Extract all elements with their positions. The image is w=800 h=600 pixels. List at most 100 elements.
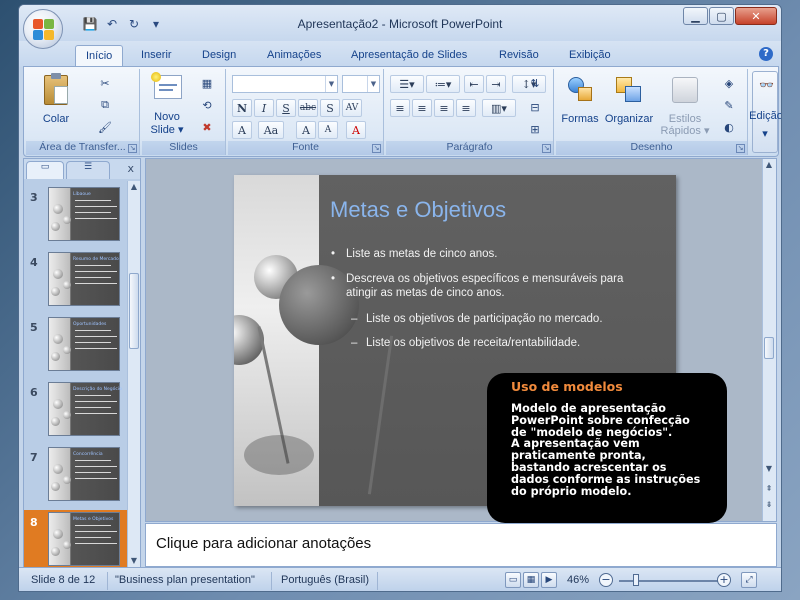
clipboard-launcher-icon[interactable]: ↘ xyxy=(128,144,137,153)
notes-pane[interactable]: Clique para adicionar anotações xyxy=(145,523,777,567)
scroll-up-icon[interactable]: ▲ xyxy=(128,181,140,193)
scroll-down-icon[interactable]: ▼ xyxy=(763,463,775,475)
slide-title[interactable]: Metas e Objetivos xyxy=(330,197,506,223)
format-painter-icon[interactable]: 🖌 xyxy=(96,119,114,135)
scroll-thumb[interactable] xyxy=(764,337,774,359)
language-indicator[interactable]: Português (Brasil) xyxy=(281,574,369,586)
zoom-level[interactable]: 46% xyxy=(567,574,589,586)
scroll-down-icon[interactable]: ▼ xyxy=(128,555,140,567)
zoom-slider-thumb[interactable] xyxy=(633,574,639,586)
editing-button[interactable]: 👓 Edição ▾ xyxy=(749,71,781,153)
underline-button[interactable]: S xyxy=(276,99,296,117)
slide-thumbnail-row[interactable]: 4 Resumo de Mercado xyxy=(24,250,128,310)
slide-thumbnail-row[interactable]: 6 Descrição do Negócio xyxy=(24,380,128,440)
decrease-indent-button[interactable]: ⇤ xyxy=(464,75,484,93)
align-center-button[interactable]: ≡ xyxy=(412,99,432,117)
next-slide-icon[interactable]: ⇟ xyxy=(763,499,775,511)
numbering-button[interactable]: ≔▾ xyxy=(426,75,460,93)
slide-thumbnail[interactable]: Líbaoue xyxy=(48,187,120,241)
scroll-up-icon[interactable]: ▲ xyxy=(763,159,775,171)
slide-subbullet-2[interactable]: – Liste os objetivos de receita/rentabil… xyxy=(351,336,580,350)
slide-thumbnail-row[interactable]: 7 Concorrência xyxy=(24,445,128,505)
columns-button[interactable]: ▥▾ xyxy=(482,99,516,117)
cut-icon[interactable]: ✂ xyxy=(96,75,114,91)
bold-button[interactable]: N xyxy=(232,99,252,117)
tab-inicio[interactable]: Início xyxy=(75,45,124,67)
new-slide-dropdown[interactable]: Slide ▾ xyxy=(144,124,190,136)
shapes-button[interactable]: Formas xyxy=(558,71,602,137)
arrange-button[interactable]: Organizar xyxy=(602,71,656,137)
layout-icon[interactable]: ▦ xyxy=(198,75,216,91)
reset-slide-icon[interactable]: ⟲ xyxy=(198,97,216,113)
zoom-out-icon[interactable]: − xyxy=(599,573,613,587)
align-text-icon[interactable]: ⊟ xyxy=(526,99,544,115)
scroll-thumb[interactable] xyxy=(129,273,139,349)
fit-to-window-icon[interactable]: ⤢ xyxy=(741,572,757,588)
convert-smartart-icon[interactable]: ⊞ xyxy=(526,121,544,137)
shape-fill-icon[interactable]: ◈ xyxy=(720,75,738,91)
drawing-launcher-icon[interactable]: ↘ xyxy=(736,144,745,153)
slide-thumbnail[interactable]: Metas e Objetivos xyxy=(48,512,120,566)
font-size-combo[interactable]: ▼ xyxy=(342,75,380,93)
paragraph-launcher-icon[interactable]: ↘ xyxy=(542,144,551,153)
char-spacing-button[interactable]: AV xyxy=(342,99,362,117)
slide-thumbnail-row[interactable]: 8 Metas e Objetivos xyxy=(24,510,128,567)
maximize-button[interactable]: ▢ xyxy=(709,7,734,25)
slide-bullet-1[interactable]: • Liste as metas de cinco anos. xyxy=(331,247,498,261)
tab-revisao[interactable]: Revisão xyxy=(489,45,549,67)
thumbnail-photo-detail xyxy=(51,547,60,556)
align-left-button[interactable]: ≡ xyxy=(390,99,410,117)
quick-styles-button[interactable]: Estilos Rápidos ▾ xyxy=(658,71,712,137)
slide-thumbnail-row[interactable]: 3 Líbaoue xyxy=(24,185,128,245)
slide-sorter-view-icon[interactable]: ▦ xyxy=(523,572,539,588)
align-right-button[interactable]: ≡ xyxy=(434,99,454,117)
slide-thumbnail[interactable]: Oportunidades xyxy=(48,317,120,371)
paste-button[interactable]: Colar xyxy=(30,71,82,135)
font-color-button[interactable]: A xyxy=(346,121,366,139)
font-name-combo[interactable]: ▼ xyxy=(232,75,338,93)
tab-exibicao[interactable]: Exibição xyxy=(559,45,621,67)
close-pane-icon[interactable]: x xyxy=(127,162,134,175)
zoom-in-icon[interactable]: + xyxy=(717,573,731,587)
shape-outline-icon[interactable]: ✎ xyxy=(720,97,738,113)
slide-area-scrollbar[interactable]: ▲ ▼ ⇞ ⇟ xyxy=(762,159,776,521)
slideshow-view-icon[interactable]: ▶ xyxy=(541,572,557,588)
close-button[interactable]: ✕ xyxy=(735,7,777,25)
notes-placeholder[interactable]: Clique para adicionar anotações xyxy=(156,535,371,552)
minimize-button[interactable]: ▁ xyxy=(683,7,708,25)
delete-slide-icon[interactable]: ✖ xyxy=(198,119,216,135)
office-button[interactable] xyxy=(23,9,63,49)
increase-indent-button[interactable]: ⇥ xyxy=(486,75,506,93)
normal-view-icon[interactable]: ▭ xyxy=(505,572,521,588)
previous-slide-icon[interactable]: ⇞ xyxy=(763,483,775,495)
tab-design[interactable]: Design xyxy=(192,45,246,67)
bullets-button[interactable]: ☰▾ xyxy=(390,75,424,93)
tab-inserir[interactable]: Inserir xyxy=(131,45,182,67)
shadow-button[interactable]: S xyxy=(320,99,340,117)
slide-thumbnail[interactable]: Descrição do Negócio xyxy=(48,382,122,436)
copy-icon[interactable]: ⧉ xyxy=(96,97,114,113)
help-icon[interactable]: ? xyxy=(759,47,773,61)
strikethrough-button[interactable]: abc xyxy=(298,99,318,117)
slide-thumbnail-row[interactable]: 5 Oportunidades xyxy=(24,315,128,375)
font-launcher-icon[interactable]: ↘ xyxy=(372,144,381,153)
italic-button[interactable]: I xyxy=(254,99,274,117)
theme-name[interactable]: "Business plan presentation" xyxy=(115,574,255,586)
change-case-button[interactable]: A xyxy=(232,121,252,139)
slide-subbullet-1[interactable]: – Liste os objetivos de participação no … xyxy=(351,312,603,326)
justify-button[interactable]: ≡ xyxy=(456,99,476,117)
tab-slides-thumbnails[interactable]: ▭ xyxy=(26,161,64,179)
slides-pane-scrollbar[interactable]: ▲ ▼ xyxy=(127,181,140,567)
slide-bullet-2[interactable]: • Descreva os objetivos específicos e me… xyxy=(331,272,623,300)
tab-apresentacao-de-slides[interactable]: Apresentação de Slides xyxy=(341,45,477,67)
new-slide-button[interactable]: Novo Slide ▾ xyxy=(144,71,190,137)
grow-font-button[interactable]: A xyxy=(296,121,316,139)
tab-animacoes[interactable]: Animações xyxy=(257,45,331,67)
slide-thumbnail[interactable]: Concorrência xyxy=(48,447,120,501)
shape-effects-icon[interactable]: ◐ xyxy=(720,119,738,135)
text-direction-icon[interactable]: ⇅ xyxy=(526,75,544,91)
tab-outline[interactable]: ☰ xyxy=(66,161,110,179)
font-case-button[interactable]: Aa xyxy=(258,121,284,139)
slide-thumbnail[interactable]: Resumo de Mercado xyxy=(48,252,120,306)
shrink-font-button[interactable]: A xyxy=(318,121,338,139)
